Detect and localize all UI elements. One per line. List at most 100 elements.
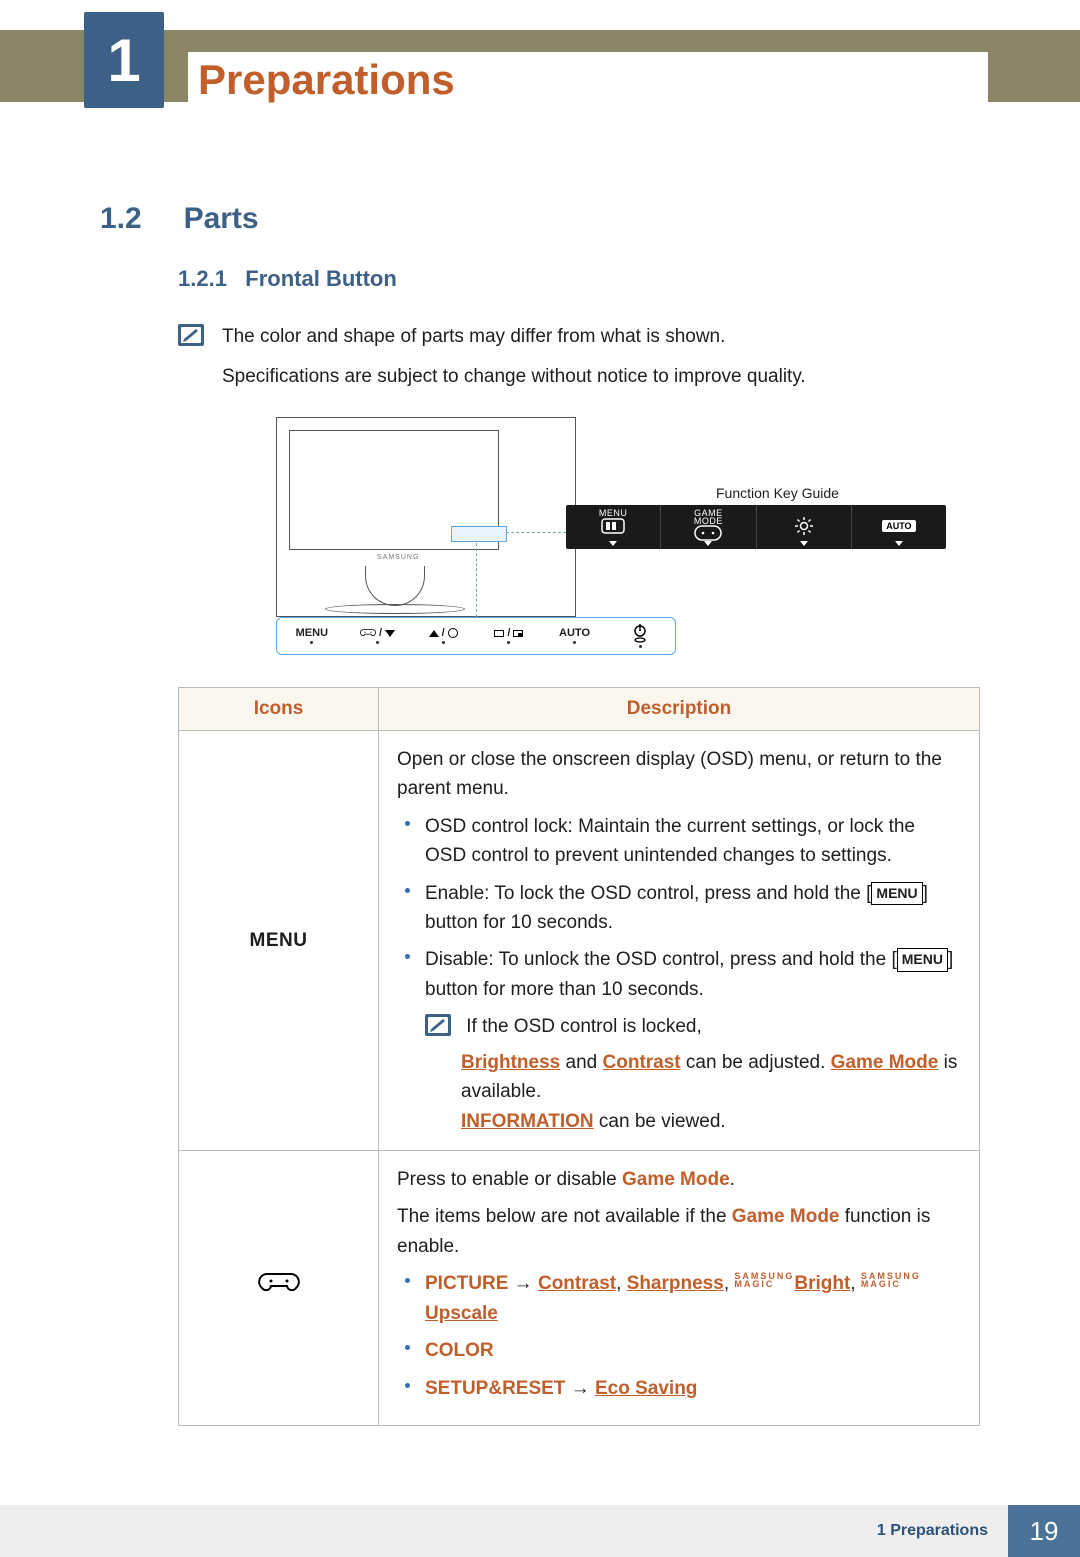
description-cell-menu: Open or close the onscreen display (OSD)…: [379, 730, 980, 1150]
monitor-outline: SAMSUNG: [276, 417, 576, 617]
osd-cell-brightness: [757, 505, 852, 549]
button-game-down: /: [345, 622, 411, 650]
icon-cell-gamemode: [179, 1151, 379, 1426]
down-arrow-icon: [704, 541, 712, 546]
bullet-setupreset: SETUP&RESET → Eco Saving: [397, 1374, 961, 1403]
kw-setupreset: SETUP&RESET: [425, 1378, 565, 1399]
samsung-magic-label: SAMSUNGMAGIC: [734, 1272, 794, 1288]
table-header-description: Description: [379, 687, 980, 730]
kw-brightness[interactable]: Brightness: [461, 1052, 560, 1073]
menu-icon-label: MENU: [250, 930, 308, 951]
footer-chapter-label: 1 Preparations: [0, 1505, 1008, 1557]
kw-magic-bright[interactable]: Bright: [794, 1273, 850, 1294]
kw-information[interactable]: INFORMATION: [461, 1111, 594, 1132]
table-row: MENU Open or close the onscreen display …: [179, 730, 980, 1150]
note-block: The color and shape of parts may differ …: [178, 322, 980, 393]
brightness-icon: [794, 516, 814, 536]
button-up-brightness: /: [410, 622, 476, 650]
bullet-enable: Enable: To lock the OSD control, press a…: [397, 879, 961, 938]
bullet-osd-lock: OSD control lock: Maintain the current s…: [397, 812, 961, 871]
osd-cell-gamemode: GAME MODE: [661, 505, 756, 549]
button-dot: [310, 641, 313, 644]
function-key-guide-label: Function Key Guide: [716, 485, 839, 501]
power-icon: [632, 623, 648, 643]
gamepad-icon: [694, 525, 722, 541]
chapter-number-tab: 1: [84, 12, 164, 108]
gm-line1: Press to enable or disable Game Mode.: [397, 1165, 961, 1194]
section-number: 1.2: [100, 202, 178, 236]
button-menu-label: MENU: [296, 627, 328, 639]
menu-chip: MENU: [871, 882, 922, 906]
bullet-disable: Disable: To unlock the OSD control, pres…: [397, 945, 961, 1004]
icons-description-table: Icons Description MENU Open or close the…: [178, 687, 980, 1426]
note-icon: [178, 324, 204, 346]
osd-cell-auto: AUTO: [852, 505, 946, 549]
chapter-title: Preparations: [188, 52, 988, 156]
kw-contrast[interactable]: Contrast: [538, 1273, 616, 1294]
monitor-stand: [365, 566, 425, 606]
section-title: Parts: [184, 202, 259, 235]
table-header-icons: Icons: [179, 687, 379, 730]
osd-auto-badge: AUTO: [882, 520, 915, 532]
down-arrow-icon: [609, 541, 617, 546]
button-dot: [639, 645, 642, 648]
kw-picture: PICTURE: [425, 1273, 508, 1294]
osd-menu-label: MENU: [566, 509, 660, 518]
button-auto: AUTO: [542, 622, 608, 650]
kw-sharpness[interactable]: Sharpness: [627, 1273, 724, 1294]
bullet-color: COLOR: [397, 1336, 961, 1365]
page-content: 1.2 Parts 1.2.1 Frontal Button The color…: [0, 102, 1080, 1426]
brightness-icon: [448, 628, 458, 638]
kw-gamemode: Game Mode: [622, 1169, 730, 1190]
icon-cell-menu: MENU: [179, 730, 379, 1150]
bullet-picture: PICTURE → Contrast, Sharpness, SAMSUNGMA…: [397, 1269, 961, 1328]
kw-contrast[interactable]: Contrast: [603, 1052, 681, 1073]
button-dot: [573, 641, 576, 644]
button-auto-label: AUTO: [559, 627, 590, 639]
kw-gamemode[interactable]: Game Mode: [831, 1052, 939, 1073]
kw-color: COLOR: [425, 1340, 494, 1361]
figure-frontal-button: SAMSUNG Function Key Guide MENU GAME MOD…: [276, 417, 956, 657]
footer-page-number: 19: [1008, 1505, 1080, 1557]
callout-line: [476, 543, 477, 617]
gm-line2: The items below are not available if the…: [397, 1202, 961, 1261]
description-cell-gamemode: Press to enable or disable Game Mode. Th…: [379, 1151, 980, 1426]
osd-function-key-guide: MENU GAME MODE AUTO: [566, 505, 946, 549]
kw-eco-saving[interactable]: Eco Saving: [595, 1378, 697, 1399]
note-icon: [425, 1014, 451, 1036]
down-arrow-icon: [800, 541, 808, 546]
page-footer: 1 Preparations 19: [0, 1505, 1080, 1557]
rect-icon: [494, 630, 504, 637]
button-dot: [442, 641, 445, 644]
subsection-number: 1.2.1: [178, 266, 227, 291]
button-power: [607, 622, 673, 650]
menu-chip: MENU: [897, 948, 948, 972]
subsection-title: Frontal Button: [245, 266, 397, 291]
gamepad-icon: [360, 628, 376, 638]
triangle-down-icon: [385, 630, 395, 637]
section-heading: 1.2 Parts: [100, 202, 980, 236]
monitor-brand-label: SAMSUNG: [377, 554, 419, 561]
kw-magic-upscale[interactable]: Upscale: [425, 1303, 498, 1324]
physical-button-bar: MENU / / /: [276, 617, 676, 655]
note-line-2: Specifications are subject to change wit…: [222, 362, 806, 392]
button-dot: [376, 641, 379, 644]
gamepad-icon: [258, 1270, 300, 1296]
kw-gamemode: Game Mode: [732, 1206, 840, 1227]
monitor-button-strip: [451, 526, 507, 542]
locked-note-line1: If the OSD control is locked,: [466, 1016, 702, 1037]
down-arrow-icon: [895, 541, 903, 546]
pip-icon: [513, 630, 523, 637]
note-line-1: The color and shape of parts may differ …: [222, 322, 806, 352]
triangle-up-icon: [429, 630, 439, 637]
osd-cell-menu: MENU: [566, 505, 661, 549]
header-band: 1 Preparations: [0, 30, 1080, 102]
subsection-heading: 1.2.1 Frontal Button: [178, 266, 980, 292]
monitor-base: [325, 604, 465, 614]
button-dot: [507, 641, 510, 644]
osd-menu-icon: [601, 518, 625, 534]
desc-intro: Open or close the onscreen display (OSD)…: [397, 745, 961, 804]
button-source: /: [476, 622, 542, 650]
button-menu: MENU: [279, 622, 345, 650]
samsung-magic-label: SAMSUNGMAGIC: [861, 1272, 921, 1288]
